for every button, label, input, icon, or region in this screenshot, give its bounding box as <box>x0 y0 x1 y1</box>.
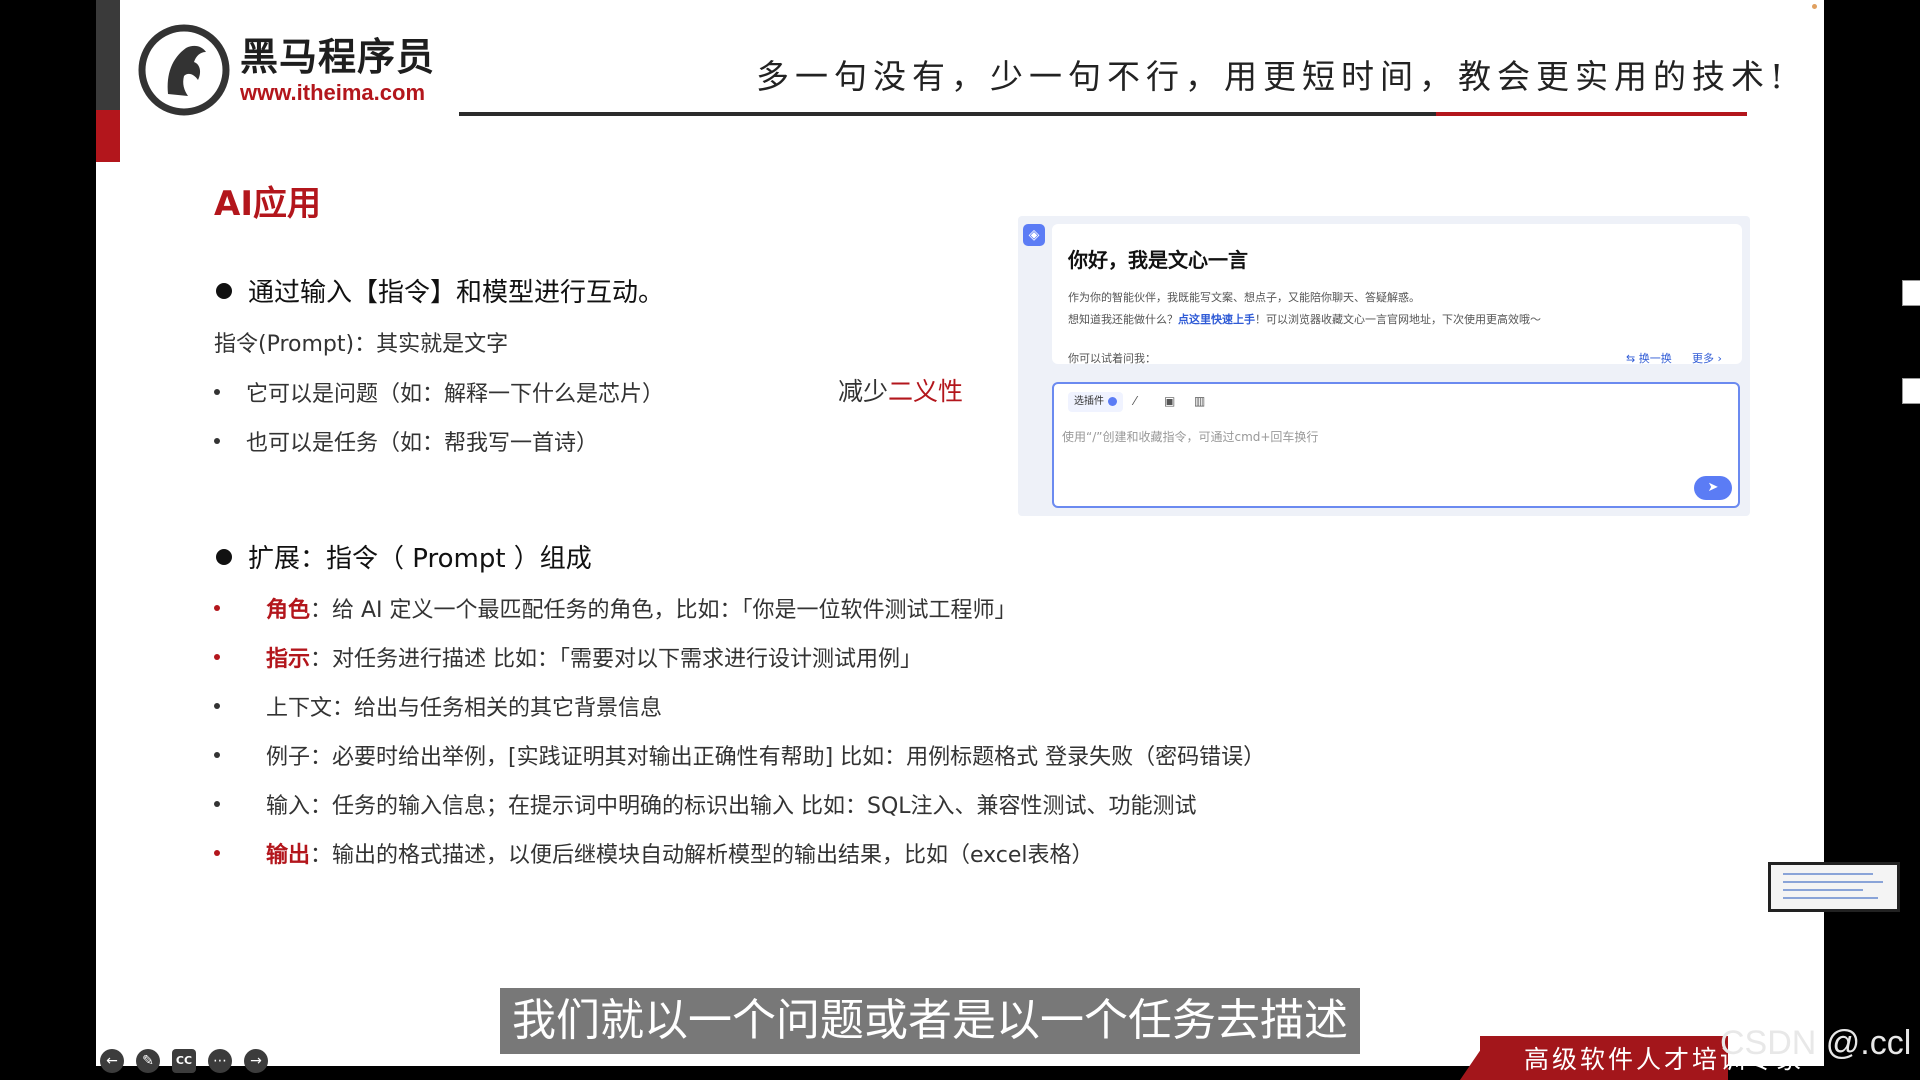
bullet-point-prompt-components: 扩展：指令（ Prompt ）组成 <box>216 538 592 575</box>
wenxin-logo-icon: ◈ <box>1023 224 1045 246</box>
sub-item-text: 也可以是任务（如：帮我写一首诗） <box>246 431 599 456</box>
section-title: AI应用 <box>214 184 321 224</box>
try-asking-label: 你可以试着问我： <box>1068 352 1156 365</box>
chat-input-placeholder: 使用“/”创建和收藏指令，可通过cmd+回车换行 <box>1062 430 1319 444</box>
component-output: 输出 ：输出的格式描述，以便后继模块自动解析模型的输出结果，比如（excel表格） <box>214 837 1094 869</box>
sub-item-task: 也可以是任务（如：帮我写一首诗） <box>214 425 598 457</box>
chat-help-text: 想知道我还能做什么？点这里快速上手！可以浏览器收藏文心一言官网地址，下次使用更高… <box>1068 311 1541 327</box>
component-context: 上下文 ：给出与任务相关的其它背景信息 <box>214 690 662 722</box>
horse-logo-icon <box>138 24 230 116</box>
bullet-dot-icon <box>214 703 220 709</box>
player-controls: ← ✎ CC ⋯ → <box>100 1049 280 1073</box>
header-divider-accent <box>1436 112 1747 116</box>
component-key: 输出 <box>266 843 311 868</box>
bullet-point-interaction: 通过输入【指令】和模型进行互动。 <box>216 272 664 309</box>
header-slogan: 多一句没有，少一句不行，用更短时间，教会更实用的技术! <box>756 57 1790 96</box>
bullet-dot-icon <box>214 752 220 758</box>
sub-item-text: 它可以是问题（如：解释一下什么是芯片） <box>246 382 665 407</box>
next-slide-button[interactable]: → <box>244 1049 268 1073</box>
chat-welcome-card: 你好，我是文心一言 作为你的智能伙伴，我既能写文案、想点子，又能陪你聊天、答疑解… <box>1052 224 1742 366</box>
chat-screenshot: ◈ 你好，我是文心一言 作为你的智能伙伴，我既能写文案、想点子，又能陪你聊天、答… <box>1018 216 1750 516</box>
component-text: ：任务的输入信息；在提示词中明确的标识出输入 比如：SQL注入、兼容性测试、功能… <box>310 794 1197 819</box>
bullet-dot-icon <box>214 438 220 444</box>
more-suggestions-button[interactable]: 更多 › <box>1692 350 1722 366</box>
sub-item-question: 它可以是问题（如：解释一下什么是芯片） <box>214 376 664 408</box>
chat-title: 你好，我是文心一言 <box>1068 248 1248 272</box>
bullet-dot-icon <box>214 850 220 856</box>
thumbnail-line <box>1783 889 1863 891</box>
bullet-dot-icon <box>216 282 232 299</box>
component-key: 指示 <box>266 647 311 672</box>
video-subtitle: 我们就以一个问题或者是以一个任务去描述 <box>500 988 1360 1054</box>
thumbnail-line <box>1783 881 1883 883</box>
captions-button[interactable]: CC <box>172 1049 196 1073</box>
logo-brand-name: 黑马程序员 <box>240 35 436 79</box>
csdn-watermark: CSDN @.ccl <box>1720 1024 1912 1062</box>
component-instruction: 指示 ：对任务进行描述 比如：「需要对以下需求进行设计测试用例」 <box>214 641 922 673</box>
help-prefix: 想知道我还能做什么？ <box>1068 313 1178 326</box>
quick-start-link[interactable]: 点这里快速上手 <box>1178 313 1255 326</box>
component-key: 例子 <box>266 745 311 770</box>
bullet-dot-icon <box>214 605 220 611</box>
send-icon: ➤ <box>1707 480 1719 495</box>
chat-input-box[interactable]: 选插件 ⁄ ▣ ▥ 使用“/”创建和收藏指令，可通过cmd+回车换行 ➤ <box>1052 382 1740 508</box>
reduce-ambiguity-note: 减少二义性 <box>838 372 963 408</box>
slide-thumbnail[interactable] <box>1768 862 1900 912</box>
side-thumbnail[interactable] <box>1902 378 1920 404</box>
magic-wand-icon[interactable]: ⁄ <box>1134 394 1136 408</box>
pen-tool-button[interactable]: ✎ <box>136 1049 160 1073</box>
component-key: 角色 <box>266 598 311 623</box>
image-icon[interactable]: ▣ <box>1164 394 1175 408</box>
component-text: ：给出与任务相关的其它背景信息 <box>332 696 663 721</box>
component-text: ：给 AI 定义一个最匹配任务的角色，比如：「你是一位软件测试工程师」 <box>310 598 1017 623</box>
previous-slide-button[interactable]: ← <box>100 1049 124 1073</box>
thumbnail-line <box>1783 897 1878 899</box>
reduce-prefix: 减少 <box>838 377 889 406</box>
bullet-dot-icon <box>214 654 220 660</box>
bullet-text: 通过输入【指令】和模型进行互动。 <box>248 278 665 308</box>
left-accent-bar-red <box>96 110 120 162</box>
thumbnail-line <box>1783 873 1873 875</box>
bullet-dot-icon <box>216 548 232 565</box>
component-text: ：输出的格式描述，以便后继模块自动解析模型的输出结果，比如（excel表格） <box>310 843 1094 868</box>
bullet-text: 扩展：指令（ Prompt ）组成 <box>248 544 592 574</box>
side-thumbnail[interactable] <box>1902 280 1920 306</box>
prompt-definition: 指令(Prompt)：其实就是文字 <box>214 332 509 357</box>
plugin-indicator-icon <box>1108 396 1117 406</box>
bullet-dot-icon <box>214 801 220 807</box>
reduce-highlight: 二义性 <box>888 377 964 406</box>
slide: 黑马程序员 www.itheima.com 多一句没有，少一句不行，用更短时间，… <box>96 0 1824 1066</box>
itheima-logo: 黑马程序员 www.itheima.com <box>138 24 435 116</box>
component-example: 例子 ：必要时给出举例，[实践证明其对输出正确性有帮助] 比如：用例标题格式 登录… <box>214 739 1265 771</box>
select-plugin-button[interactable]: 选插件 <box>1068 392 1123 412</box>
bullet-dot-icon <box>214 389 220 395</box>
chat-description: 作为你的智能伙伴，我既能写文案、想点子，又能陪你聊天、答疑解惑。 <box>1068 291 1420 304</box>
plugin-label: 选插件 <box>1074 396 1104 407</box>
logo-url: www.itheima.com <box>240 80 426 105</box>
swap-suggestions-button[interactable]: ⇆ 换一换 <box>1626 350 1672 366</box>
component-text: ：对任务进行描述 比如：「需要对以下需求进行设计测试用例」 <box>310 647 923 672</box>
component-key: 上下文 <box>266 696 333 721</box>
component-input: 输入 ：任务的输入信息；在提示词中明确的标识出输入 比如：SQL注入、兼容性测试、… <box>214 788 1197 820</box>
left-accent-bar-dark <box>96 0 120 110</box>
more-options-button[interactable]: ⋯ <box>208 1049 232 1073</box>
component-role: 角色 ：给 AI 定义一个最匹配任务的角色，比如：「你是一位软件测试工程师」 <box>214 592 1017 624</box>
component-text: ：必要时给出举例，[实践证明其对输出正确性有帮助] 比如：用例标题格式 登录失败… <box>310 745 1266 770</box>
status-dot <box>1812 4 1817 9</box>
component-key: 输入 <box>266 794 311 819</box>
document-icon[interactable]: ▥ <box>1194 394 1205 408</box>
send-button[interactable]: ➤ <box>1694 476 1732 500</box>
help-suffix: ！可以浏览器收藏文心一言官网地址，下次使用更高效哦～ <box>1255 313 1541 326</box>
